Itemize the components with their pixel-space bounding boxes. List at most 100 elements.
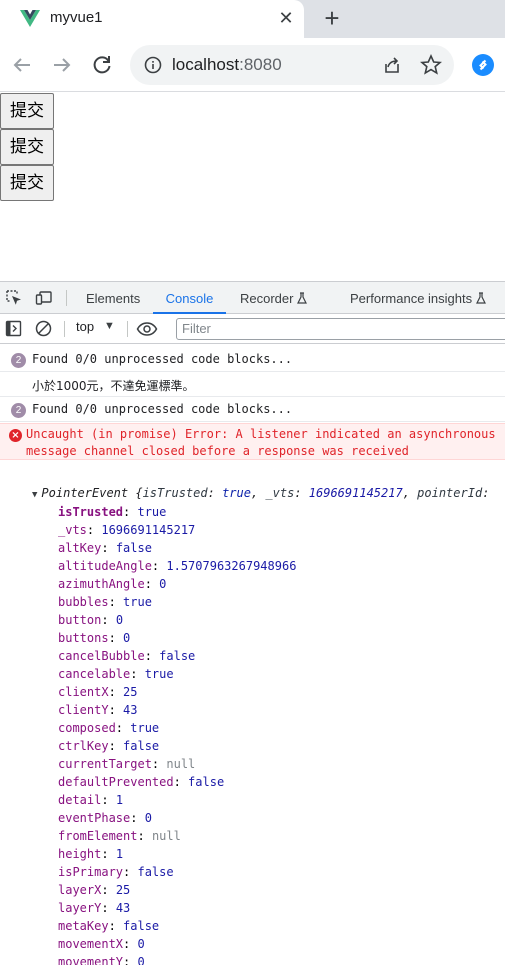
- object-property-row[interactable]: cancelBubble: false: [58, 647, 296, 665]
- property-separator: :: [151, 559, 167, 573]
- property-separator: :: [108, 595, 124, 609]
- property-value: false: [123, 739, 160, 753]
- property-key: azimuthAngle: [58, 577, 145, 591]
- share-icon[interactable]: [382, 55, 402, 75]
- object-property-row[interactable]: clientY: 43: [58, 701, 296, 719]
- tab-recorder[interactable]: Recorder: [240, 282, 308, 314]
- object-property-row[interactable]: cancelable: true: [58, 665, 296, 683]
- expand-triangle-icon[interactable]: ▼: [32, 490, 37, 500]
- clear-console-icon[interactable]: [35, 320, 52, 337]
- property-value: 0: [159, 577, 167, 591]
- object-property-row[interactable]: detail: 1: [58, 791, 296, 809]
- tab-elements[interactable]: Elements: [86, 282, 140, 314]
- sidebar-toggle-icon[interactable]: [5, 320, 22, 337]
- property-value: 1: [115, 847, 124, 861]
- property-key: clientY: [58, 703, 109, 717]
- eye-icon[interactable]: [136, 321, 158, 337]
- property-key: isTrusted: [58, 505, 124, 519]
- property-key: cancelable: [58, 667, 131, 681]
- property-value: 1: [115, 793, 124, 807]
- summary-key: _vts: [265, 486, 295, 500]
- object-property-row[interactable]: isPrimary: false: [58, 863, 296, 881]
- tab-console[interactable]: Console: [153, 282, 226, 314]
- object-property-row[interactable]: button: 0: [58, 611, 296, 629]
- property-value: true: [144, 667, 174, 681]
- browser-tab[interactable]: myvue1 ✕: [0, 0, 304, 38]
- property-value: 43: [123, 703, 138, 717]
- object-property-row[interactable]: metaKey: false: [58, 917, 296, 935]
- object-property-row[interactable]: buttons: 0: [58, 629, 296, 647]
- object-property-row[interactable]: fromElement: null: [58, 827, 296, 845]
- property-key: metaKey: [58, 919, 109, 933]
- property-key: ctrlKey: [58, 739, 109, 753]
- property-value: 43: [115, 901, 131, 915]
- browser-toolbar: localhost:8080: [0, 38, 505, 92]
- summary-key: pointerId: [417, 486, 483, 500]
- property-separator: :: [123, 505, 138, 519]
- object-property-row[interactable]: defaultPrevented: false: [58, 773, 296, 791]
- property-key: movementX: [58, 937, 124, 951]
- property-value: null: [151, 829, 181, 843]
- device-toolbar-icon[interactable]: [35, 289, 53, 307]
- url-text: localhost:8080: [172, 55, 282, 75]
- object-property-row[interactable]: altitudeAngle: 1.5707963267948966: [58, 557, 296, 575]
- object-property-row[interactable]: currentTarget: null: [58, 755, 296, 773]
- property-separator: :: [130, 811, 145, 825]
- plus-icon[interactable]: +: [318, 4, 346, 32]
- object-property-row[interactable]: height: 1: [58, 845, 296, 863]
- property-value: 0: [123, 631, 131, 645]
- object-property-row[interactable]: movementX: 0: [58, 935, 296, 953]
- object-property-row[interactable]: bubbles: true: [58, 593, 296, 611]
- property-key: altitudeAngle: [58, 559, 152, 573]
- property-separator: :: [115, 721, 131, 735]
- close-icon[interactable]: ✕: [276, 7, 296, 29]
- forward-arrow-icon[interactable]: [50, 53, 74, 77]
- context-select[interactable]: top: [76, 319, 94, 334]
- property-separator: :: [101, 847, 116, 861]
- object-property-row[interactable]: clientX: 25: [58, 683, 296, 701]
- object-property-row[interactable]: altKey: false: [58, 539, 296, 557]
- object-property-row[interactable]: eventPhase: 0: [58, 809, 296, 827]
- property-value: true: [137, 505, 167, 519]
- tab-performance-insights[interactable]: Performance insights: [350, 282, 487, 314]
- property-key: isPrimary: [58, 865, 124, 879]
- object-property-row[interactable]: composed: true: [58, 719, 296, 737]
- property-value: 1.5707963267948966: [166, 559, 297, 573]
- object-property-row[interactable]: azimuthAngle: 0: [58, 575, 296, 593]
- object-property-row[interactable]: isTrusted: true: [58, 503, 296, 521]
- object-property-row[interactable]: movementY: 0: [58, 953, 296, 965]
- extension-icon[interactable]: [472, 54, 494, 76]
- submit-button-3[interactable]: 提交: [0, 165, 54, 201]
- object-property-row[interactable]: layerX: 25: [58, 881, 296, 899]
- inspect-element-icon[interactable]: [5, 289, 23, 307]
- property-key: eventPhase: [58, 811, 131, 825]
- property-separator: :: [144, 649, 160, 663]
- chevron-down-icon[interactable]: ▼: [104, 320, 115, 332]
- address-bar[interactable]: localhost:8080: [130, 45, 454, 85]
- property-value: false: [115, 541, 152, 555]
- back-arrow-icon[interactable]: [10, 53, 34, 77]
- flask-icon: [297, 292, 308, 304]
- submit-button-2[interactable]: 提交: [0, 129, 54, 165]
- property-value: true: [130, 721, 160, 735]
- error-text-line-1: Uncaught (in promise) Error: A listener …: [26, 427, 505, 441]
- object-property-row[interactable]: _vts: 1696691145217: [58, 521, 296, 539]
- property-key: movementY: [58, 955, 124, 965]
- property-key: button: [58, 613, 102, 627]
- property-separator: :: [123, 865, 138, 879]
- devtools-panel: Elements Console Recorder Performance in…: [0, 281, 505, 965]
- property-value: 25: [123, 685, 138, 699]
- object-property-row[interactable]: layerY: 43: [58, 899, 296, 917]
- property-key: buttons: [58, 631, 109, 645]
- property-value: 0: [115, 613, 124, 627]
- submit-button-1[interactable]: 提交: [0, 93, 54, 129]
- info-icon[interactable]: [144, 56, 162, 74]
- console-message: 2 Found 0/0 unprocessed code blocks...: [0, 397, 505, 422]
- reload-icon[interactable]: [90, 53, 114, 77]
- object-property-row[interactable]: ctrlKey: false: [58, 737, 296, 755]
- console-error-message: × Uncaught (in promise) Error: A listene…: [0, 423, 505, 460]
- star-icon[interactable]: [420, 54, 442, 76]
- filter-input[interactable]: Filter: [176, 318, 505, 340]
- message-text: Found 0/0 unprocessed code blocks...: [32, 402, 293, 416]
- object-summary[interactable]: ▼ PointerEvent {isTrusted: true, _vts: 16…: [32, 486, 489, 500]
